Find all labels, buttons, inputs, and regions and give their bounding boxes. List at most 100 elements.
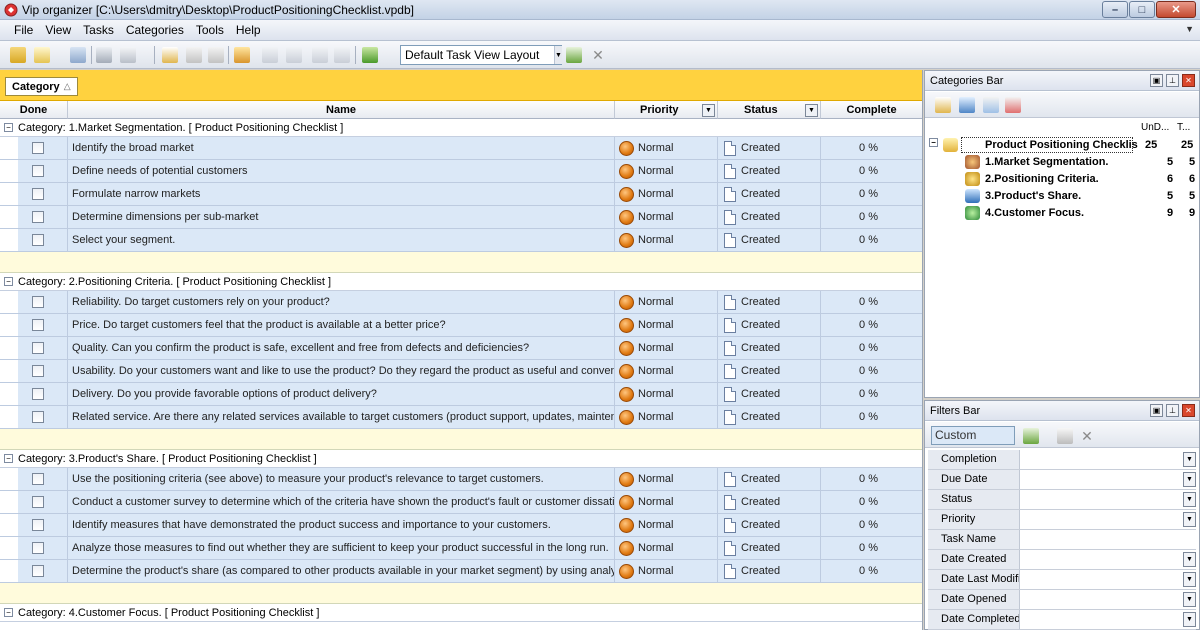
calendar-icon[interactable] xyxy=(334,47,350,63)
category-tree-root[interactable]: − Product Positioning Checklis 25 25 xyxy=(925,137,1199,154)
panel-close-icon[interactable]: ✕ xyxy=(1182,404,1195,417)
pin-icon[interactable]: ⊥ xyxy=(1166,404,1179,417)
status-cell[interactable]: Created xyxy=(718,491,821,514)
done-checkbox[interactable] xyxy=(32,165,44,177)
priority-cell[interactable]: Normal xyxy=(615,183,718,206)
status-cell[interactable]: Created xyxy=(718,160,821,183)
task-name[interactable]: Formulate narrow markets xyxy=(68,183,615,206)
task-name[interactable]: Identify the broad market xyxy=(68,137,615,160)
complete-cell[interactable]: 0 % xyxy=(821,560,922,583)
chevron-down-icon[interactable]: ▼ xyxy=(1183,452,1196,467)
filter-value[interactable] xyxy=(1021,490,1181,509)
new-task-icon[interactable] xyxy=(34,47,50,63)
done-checkbox[interactable] xyxy=(32,188,44,200)
complete-cell[interactable]: 0 % xyxy=(821,360,922,383)
new-task-row[interactable] xyxy=(0,252,922,273)
filter-row[interactable]: Priority ▼ xyxy=(928,510,1196,530)
priority-cell[interactable]: Normal xyxy=(615,229,718,252)
filter-row[interactable]: Date Created ▼ xyxy=(928,550,1196,570)
filter-row[interactable]: Status ▼ xyxy=(928,490,1196,510)
delete-layout-icon[interactable]: ✕ xyxy=(590,47,606,63)
collapse-icon[interactable]: − xyxy=(929,138,938,147)
priority-filter-icon[interactable]: ▼ xyxy=(702,104,715,117)
category-tree-item[interactable]: 4.Customer Focus. 9 9 xyxy=(925,205,1199,222)
collapse-icon[interactable]: − xyxy=(4,277,13,286)
priority-cell[interactable]: Normal xyxy=(615,160,718,183)
done-checkbox[interactable] xyxy=(32,496,44,508)
task-name[interactable]: Delivery. Do you provide favorable optio… xyxy=(68,383,615,406)
status-cell[interactable]: Created xyxy=(718,183,821,206)
done-checkbox[interactable] xyxy=(32,234,44,246)
chevron-down-icon[interactable]: ▼ xyxy=(1183,612,1196,627)
collapse-icon[interactable]: − xyxy=(4,454,13,463)
complete-cell[interactable]: 0 % xyxy=(821,337,922,360)
delete-category-icon[interactable] xyxy=(1005,97,1021,113)
status-filter-icon[interactable]: ▼ xyxy=(805,104,818,117)
task-name[interactable]: Price. Do target customers feel that the… xyxy=(68,314,615,337)
apply-filter-icon[interactable] xyxy=(1023,428,1039,444)
done-checkbox[interactable] xyxy=(32,388,44,400)
attach-icon[interactable] xyxy=(312,47,328,63)
table-row[interactable]: Identify the broad market Normal Created 0 … xyxy=(0,137,922,160)
complete-cell[interactable]: 0 % xyxy=(821,383,922,406)
chevron-down-icon[interactable]: ▼ xyxy=(1183,512,1196,527)
status-cell[interactable]: Created xyxy=(718,537,821,560)
task-name[interactable]: Determine dimensions per sub-market xyxy=(68,206,615,229)
group-row[interactable]: − Category: 3.Product's Share. [ Product … xyxy=(0,450,922,468)
complete-cell[interactable]: 0 % xyxy=(821,537,922,560)
print-preview-icon[interactable] xyxy=(120,47,136,63)
apply-layout-icon[interactable] xyxy=(566,47,582,63)
column-header-done[interactable]: Done xyxy=(0,101,68,119)
done-checkbox[interactable] xyxy=(32,342,44,354)
menu-help[interactable]: Help xyxy=(230,21,267,39)
chevron-down-icon[interactable]: ▼ xyxy=(554,46,562,64)
add-category-icon[interactable] xyxy=(162,47,178,63)
priority-cell[interactable]: Normal xyxy=(615,383,718,406)
maximize-button[interactable]: □ xyxy=(1129,1,1155,18)
menu-file[interactable]: File xyxy=(8,21,39,39)
complete-cell[interactable]: 0 % xyxy=(821,468,922,491)
complete-cell[interactable]: 0 % xyxy=(821,291,922,314)
table-row[interactable]: Quality. Can you confirm the product is … xyxy=(0,337,922,360)
complete-cell[interactable]: 0 % xyxy=(821,514,922,537)
complete-cell[interactable]: 0 % xyxy=(821,314,922,337)
edit-category-icon[interactable] xyxy=(983,97,999,113)
complete-cell[interactable]: 0 % xyxy=(821,183,922,206)
chevron-down-icon[interactable]: ▼ xyxy=(1183,552,1196,567)
column-header-undone[interactable]: UnD... xyxy=(1141,122,1169,133)
filter-value[interactable] xyxy=(1021,570,1181,589)
panel-menu-icon[interactable]: ▣ xyxy=(1150,74,1163,87)
complete-cell[interactable]: 0 % xyxy=(821,491,922,514)
status-cell[interactable]: Created xyxy=(718,337,821,360)
done-checkbox[interactable] xyxy=(32,542,44,554)
layout-select[interactable]: Default Task View Layout xyxy=(400,45,562,65)
priority-cell[interactable]: Normal xyxy=(615,360,718,383)
filter-row[interactable]: Task Name xyxy=(928,530,1196,550)
edit-icon[interactable] xyxy=(186,47,202,63)
priority-cell[interactable]: Normal xyxy=(615,468,718,491)
status-cell[interactable]: Created xyxy=(718,137,821,160)
filter-row[interactable]: Date Last Modifie ▼ xyxy=(928,570,1196,590)
task-name[interactable]: Conduct a customer survey to determine w… xyxy=(68,491,615,514)
done-checkbox[interactable] xyxy=(32,319,44,331)
status-cell[interactable]: Created xyxy=(718,206,821,229)
done-checkbox[interactable] xyxy=(32,142,44,154)
category-tree-item[interactable]: 2.Positioning Criteria. 6 6 xyxy=(925,171,1199,188)
task-name[interactable]: Related service. Are there any related s… xyxy=(68,406,615,429)
filter-row[interactable]: Date Completed ▼ xyxy=(928,610,1196,630)
minimize-button[interactable]: – xyxy=(1102,1,1128,18)
table-row[interactable]: Formulate narrow markets Normal Created 0 % xyxy=(0,183,922,206)
table-row[interactable]: Determine the product's share (as compar… xyxy=(0,560,922,583)
filter-value[interactable] xyxy=(1021,610,1181,629)
filter-value[interactable] xyxy=(1021,470,1181,489)
filter-row[interactable]: Due Date ▼ xyxy=(928,470,1196,490)
priority-cell[interactable]: Normal xyxy=(615,206,718,229)
complete-cell[interactable]: 0 % xyxy=(821,137,922,160)
filter-value[interactable] xyxy=(1021,550,1181,569)
menu-categories[interactable]: Categories xyxy=(120,21,190,39)
table-row[interactable]: Price. Do target customers feel that the… xyxy=(0,314,922,337)
collapse-icon[interactable]: − xyxy=(4,608,13,617)
priority-cell[interactable]: Normal xyxy=(615,337,718,360)
menu-view[interactable]: View xyxy=(39,21,77,39)
task-name[interactable]: Use the positioning criteria (see above)… xyxy=(68,468,615,491)
